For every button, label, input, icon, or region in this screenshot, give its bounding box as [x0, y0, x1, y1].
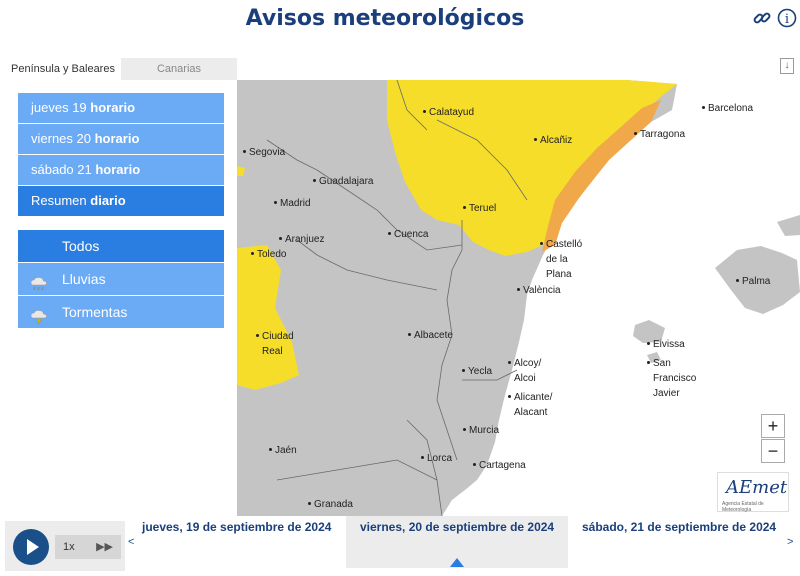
place-label: Castelló	[539, 239, 583, 250]
zoom-out-button[interactable]: −	[761, 439, 785, 463]
place-label: Lorca	[420, 453, 453, 464]
place-label: Toledo	[250, 249, 287, 260]
svg-text:i: i	[785, 12, 789, 27]
day-item-jueves[interactable]: jueves 19 horario	[18, 93, 224, 123]
tab-peninsula[interactable]: Península y Baleares	[5, 58, 121, 80]
type-item-todos[interactable]: Todos	[18, 230, 224, 262]
region-tabs: Península y Baleares Canarias	[5, 58, 237, 80]
place-label: Calatayud	[422, 107, 475, 118]
place-label: Aranjuez	[278, 234, 325, 245]
place-label: Javier	[653, 388, 680, 399]
place-label: Cartagena	[473, 460, 526, 471]
place-label: Guadalajara	[312, 176, 374, 187]
info-icon[interactable]: i	[777, 8, 797, 28]
playback-controls: 1x ▶▶	[5, 521, 125, 571]
place-label: Albacete	[408, 330, 453, 341]
place-label: Francisco	[653, 373, 697, 384]
place-label: Madrid	[274, 198, 311, 209]
place-label: Granada	[308, 499, 353, 510]
timeline: 1x ▶▶ < jueves, 19 de septiembre de 2024…	[0, 516, 800, 576]
place-label: Palma	[735, 276, 771, 287]
place-label: Alcañiz	[533, 135, 573, 146]
place-label: Alcoi	[514, 373, 536, 384]
place-label: Jaén	[269, 445, 297, 456]
download-icon[interactable]: ↓	[780, 58, 794, 74]
sidebar: jueves 19 horario viernes 20 horario sáb…	[5, 80, 237, 516]
timeline-date-jueves[interactable]: jueves, 19 de septiembre de 2024	[138, 516, 346, 568]
tab-canarias[interactable]: Canarias	[121, 58, 237, 80]
place-label: de la	[546, 254, 568, 265]
link-icon[interactable]	[752, 8, 772, 28]
day-list: jueves 19 horario viernes 20 horario sáb…	[18, 93, 224, 217]
page-title: Avisos meteorológicos	[245, 6, 525, 31]
place-label: Tarragona	[633, 129, 686, 140]
place-label: Segovia	[242, 147, 286, 158]
zoom-in-button[interactable]: +	[761, 414, 785, 438]
place-label: Murcia	[462, 425, 500, 436]
place-label: San	[647, 358, 671, 369]
page: Avisos meteorológicos i Península y Bale…	[0, 0, 800, 576]
place-label: Barcelona	[701, 103, 754, 114]
warning-type-list: Todos Lluvias Tormentas	[18, 230, 224, 329]
fast-forward-icon[interactable]: ▶▶	[96, 535, 113, 559]
timeline-prev-button[interactable]: <	[128, 536, 134, 548]
place-label: Teruel	[462, 203, 497, 214]
place-label: Alcoy/	[507, 358, 542, 369]
place-label: Real	[262, 346, 283, 357]
place-label: Alacant	[514, 407, 548, 418]
day-item-sabado[interactable]: sábado 21 horario	[18, 155, 224, 185]
place-label: Yecla	[461, 366, 493, 377]
place-label: Eivissa	[647, 339, 685, 350]
place-label: Ciudad	[256, 331, 294, 342]
speed-control[interactable]: 1x ▶▶	[55, 535, 121, 559]
place-label: Alicante/	[507, 392, 553, 403]
timeline-date-sabado[interactable]: sábado, 21 de septiembre de 2024	[568, 516, 782, 568]
aemet-logo: AEmet Agencia Estatal de Meteorología	[717, 472, 789, 513]
play-button[interactable]	[13, 529, 49, 565]
day-item-viernes[interactable]: viernes 20 horario	[18, 124, 224, 154]
timeline-current-marker	[450, 558, 464, 567]
storm-icon	[30, 304, 48, 325]
rain-icon	[30, 271, 48, 291]
day-item-resumen[interactable]: Resumen diario	[18, 186, 224, 216]
type-item-tormentas[interactable]: Tormentas	[18, 296, 224, 328]
map-canvas	[237, 80, 800, 516]
place-label: Plana	[546, 269, 572, 280]
timeline-next-button[interactable]: >	[787, 536, 793, 548]
place-label: València	[517, 285, 561, 296]
type-item-lluvias[interactable]: Lluvias	[18, 263, 224, 295]
warning-map[interactable]: Calatayud Barcelona Alcañiz Tarragona Se…	[237, 80, 800, 516]
place-label: Cuenca	[387, 229, 429, 240]
